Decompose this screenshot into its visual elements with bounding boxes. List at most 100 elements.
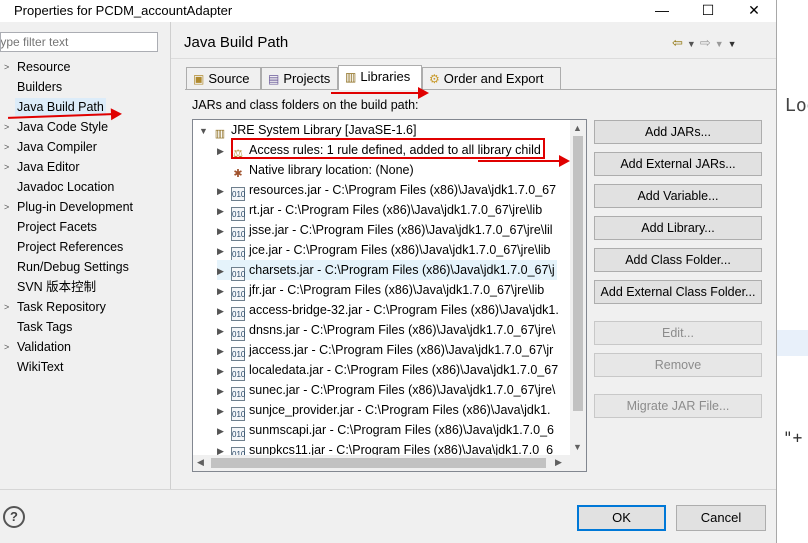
nav-item[interactable]: WikiText [17,358,64,376]
scroll-left-icon[interactable]: ◀ [197,457,204,468]
tree-row-jar[interactable]: ▶ 010 sunec.jar - C:\Program Files (x86)\J… [217,380,555,401]
expand-chevron-icon[interactable]: > [4,58,9,76]
expand-chevron-icon[interactable]: > [4,198,9,216]
help-icon[interactable]: ? [3,506,25,528]
forward-arrow-icon[interactable]: ⇨ [700,35,715,50]
tree-row-jre[interactable]: ▼ ▥ JRE System Library [JavaSE-1.6] [199,120,416,140]
add-external-jars-button[interactable]: Add External JARs... [594,152,762,176]
tree-row-jar[interactable]: ▶ 010 jce.jar - C:\Program Files (x86)\Jav… [217,240,551,261]
tree-vertical-scrollbar[interactable]: ▲ ▼ [570,120,586,455]
nav-item[interactable]: Run/Debug Settings [17,258,129,276]
build-path-tree[interactable]: ▼ ▥ JRE System Library [JavaSE-1.6] ▶ ⚖ Acce… [192,119,587,472]
expand-chevron-icon[interactable]: ▶ [217,341,231,361]
jar-label: charsets.jar - C:\Program Files (x86)\Ja… [249,263,555,277]
nav-item[interactable]: Project References [17,238,123,256]
nav-item[interactable]: Task Repository [17,298,106,316]
back-arrow-icon[interactable]: ⇦ [672,35,687,50]
background-code-text-2: "+ [783,428,803,447]
tree-row-jar[interactable]: ▶ 010 localedata.jar - C:\Program Files (x… [217,360,558,381]
expand-chevron-icon[interactable]: ▶ [217,421,231,441]
expand-chevron-icon[interactable]: ▶ [217,141,231,161]
tree-horizontal-scrollbar[interactable]: ◀ ▶ [193,455,586,471]
expand-chevron-icon[interactable]: > [4,338,9,356]
native-library-icon: ✱ [233,168,243,180]
tree-row-jar[interactable]: ▶ 010 sunmscapi.jar - C:\Program Files (x8… [217,420,554,441]
header-divider [171,58,776,59]
title-bar: Properties for PCDM_accountAdapter — ☐ ✕ [0,0,776,22]
scroll-up-icon[interactable]: ▲ [573,123,582,133]
scroll-right-icon[interactable]: ▶ [555,457,562,468]
expand-chevron-icon[interactable]: ▶ [217,181,231,201]
expand-chevron-icon[interactable]: > [4,158,9,176]
add-variable-button[interactable]: Add Variable... [594,184,762,208]
expand-chevron-icon[interactable]: > [4,298,9,316]
expand-chevron-icon[interactable]: ▶ [217,281,231,301]
nav-item[interactable]: Plug-in Development [17,198,133,216]
cancel-button[interactable]: Cancel [676,505,766,531]
nav-item[interactable]: Builders [17,78,62,96]
nav-item[interactable]: Java Compiler [17,138,97,156]
close-button[interactable]: ✕ [732,0,776,22]
edit-button[interactable]: Edit... [594,321,762,345]
tree-row-jar[interactable]: ▶ 010 sunjce_provider.jar - C:\Program Fil… [217,400,551,421]
ok-button[interactable]: OK [577,505,666,531]
expand-chevron-icon[interactable]: ▶ [217,401,231,421]
tree-row-jar[interactable]: ▶ 010 charsets.jar - C:\Program Files (x86… [217,260,557,281]
nav-sash[interactable] [170,22,171,489]
expand-chevron-icon[interactable]: ▶ [217,201,231,221]
chevron-down-icon[interactable]: ▼ [715,39,728,49]
expand-chevron-icon[interactable]: ▶ [217,221,231,241]
expand-chevron-icon[interactable]: ▶ [217,301,231,321]
migrate-jar-button[interactable]: Migrate JAR File... [594,394,762,418]
scroll-down-icon[interactable]: ▼ [573,442,582,452]
view-menu-icon[interactable]: ▼ [728,39,741,49]
tree-row-jar[interactable]: ▶ 010 access-bridge-32.jar - C:\Program Fi… [217,300,559,321]
expand-chevron-icon[interactable]: ▶ [217,361,231,381]
jar-icon: 010 [231,187,245,201]
tree-row-native-library[interactable]: ✱ Native library location: (None) [217,160,413,180]
nav-item[interactable]: Task Tags [17,318,72,336]
vertical-scroll-thumb[interactable] [573,136,583,411]
maximize-button[interactable]: ☐ [686,0,730,22]
nav-item[interactable]: Java Editor [17,158,80,176]
jar-icon: 010 [231,387,245,401]
expand-chevron-icon[interactable]: > [4,138,9,156]
jar-label: rt.jar - C:\Program Files (x86)\Java\jdk… [249,203,543,217]
chevron-down-icon[interactable]: ▼ [687,39,700,49]
jar-icon: 010 [231,227,245,241]
remove-button[interactable]: Remove [594,353,762,377]
jar-icon: 010 [231,307,245,321]
tab-source[interactable]: ▣ Source [186,67,261,89]
expand-chevron-icon[interactable]: ▶ [217,261,231,281]
expand-chevron-icon[interactable]: ▶ [217,321,231,341]
add-library-button[interactable]: Add Library... [594,216,762,240]
nav-item[interactable]: SVN 版本控制 [17,278,96,296]
tree-row-jar[interactable]: ▶ 010 rt.jar - C:\Program Files (x86)\Java… [217,200,543,221]
expand-chevron-icon[interactable]: ▶ [217,381,231,401]
add-external-class-folder-button[interactable]: Add External Class Folder... [594,280,762,304]
nav-item[interactable]: Javadoc Location [17,178,114,196]
tree-row-jar[interactable]: ▶ 010 jfr.jar - C:\Program Files (x86)\Jav… [217,280,544,301]
horizontal-scroll-thumb[interactable] [211,458,546,468]
nav-item[interactable]: Validation [17,338,71,356]
nav-item[interactable]: Project Facets [17,218,97,236]
add-jars-button[interactable]: Add JARs... [594,120,762,144]
nav-item[interactable]: Resource [17,58,71,76]
tree-row-jar[interactable]: ▶ 010 jsse.jar - C:\Program Files (x86)\Ja… [217,220,553,241]
tab-projects[interactable]: ▤ Projects [261,67,338,89]
filter-input[interactable] [1,34,151,50]
add-class-folder-button[interactable]: Add Class Folder... [594,248,762,272]
expand-chevron-icon[interactable]: ▶ [217,241,231,261]
nav-item[interactable]: Java Code Style [17,118,108,136]
tree-row-jar[interactable]: ▶ 010 resources.jar - C:\Program Files (x8… [217,180,556,201]
filter-box[interactable] [0,32,158,52]
tree-row-jar[interactable]: ▶ 010 dnsns.jar - C:\Program Files (x86)\J… [217,320,555,341]
tree-row-jar[interactable]: ▶ 010 jaccess.jar - C:\Program Files (x86)… [217,340,553,361]
jar-icon: 010 [231,287,245,301]
source-folder-icon: ▣ [193,72,205,86]
minimize-button[interactable]: — [640,0,684,22]
tab-libraries[interactable]: ▥ Libraries [338,65,422,90]
collapse-chevron-icon[interactable]: ▼ [199,121,213,141]
expand-chevron-icon[interactable]: > [4,118,9,136]
tab-order-export[interactable]: ⚙ Order and Export [422,67,561,89]
